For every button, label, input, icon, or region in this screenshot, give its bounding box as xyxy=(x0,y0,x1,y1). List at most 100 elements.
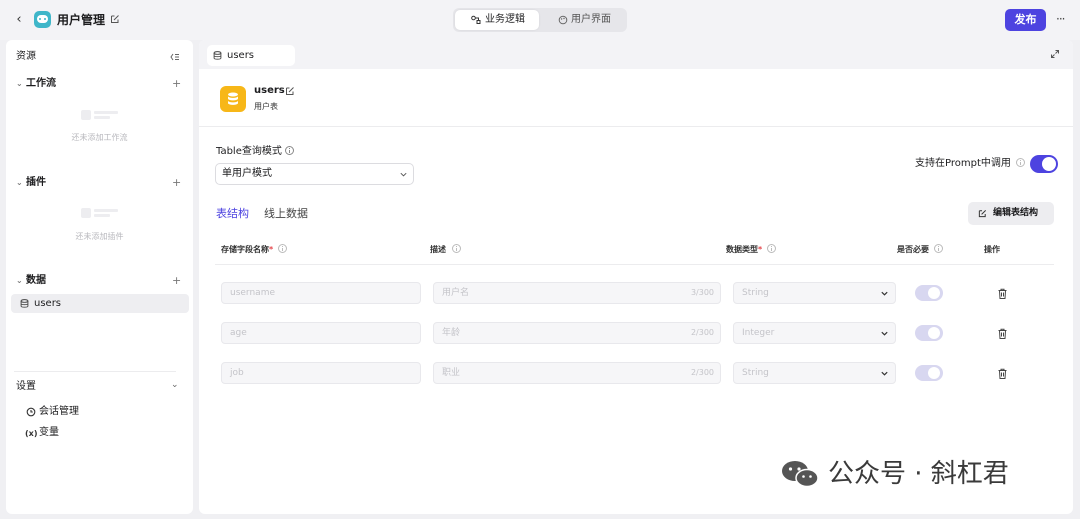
publish-button[interactable]: 发布 xyxy=(1005,9,1046,31)
info-icon[interactable] xyxy=(767,244,777,253)
plugins-section-label: 插件 xyxy=(26,177,46,188)
info-icon[interactable] xyxy=(1015,158,1025,167)
info-icon[interactable] xyxy=(278,244,288,253)
column-divider xyxy=(215,264,1054,265)
data-type-select[interactable]: String xyxy=(733,282,896,304)
watermark: 公众号 · 斜杠君 xyxy=(780,455,1060,491)
column-header-data-type: 数据类型* xyxy=(726,244,777,256)
field-description-input[interactable]: 职业 2/300 xyxy=(433,362,721,384)
prompt-support-label: 支持在Prompt中调用 xyxy=(915,157,1025,171)
toggle-knob xyxy=(928,327,940,339)
sidebar-section-data[interactable]: ⌄ 数据 xyxy=(16,273,46,289)
mode-switch: 业务逻辑 用户界面 xyxy=(453,8,627,32)
column-header-actions: 操作 xyxy=(984,245,1000,254)
field-description-input[interactable]: 用户名 3/300 xyxy=(433,282,721,304)
char-count: 2/300 xyxy=(690,328,714,337)
field-description-text: 职业 xyxy=(442,368,461,378)
tab-strip: users xyxy=(199,40,1073,69)
workflow-empty-text: 还未添加工作流 xyxy=(71,133,128,142)
chevron-down-icon xyxy=(881,371,888,376)
workflow-section-label: 工作流 xyxy=(26,78,56,89)
top-bar: ‹ 用户管理 业务逻辑 用户界面 发布 ··· xyxy=(0,0,1080,40)
field-name-input[interactable]: job xyxy=(221,362,421,384)
prompt-support-label-text: 支持在Prompt中调用 xyxy=(915,158,1011,169)
required-toggle[interactable] xyxy=(915,285,943,301)
chevron-down-icon: ⌄ xyxy=(16,178,23,187)
data-type-value: String xyxy=(742,288,769,298)
empty-placeholder-icon xyxy=(81,108,125,124)
edit-icon xyxy=(978,209,987,218)
required-toggle[interactable] xyxy=(915,365,943,381)
chevron-down-icon[interactable]: ⌄ xyxy=(171,380,179,390)
add-plugin-button[interactable]: + xyxy=(172,177,182,189)
column-header-required: 是否必要 xyxy=(897,244,943,256)
header-divider xyxy=(199,126,1073,127)
sidebar-divider xyxy=(14,371,176,372)
trash-icon[interactable] xyxy=(997,328,1008,340)
trash-icon[interactable] xyxy=(997,368,1008,380)
chevron-down-icon: ⌄ xyxy=(16,79,23,88)
field-description-input[interactable]: 年龄 2/300 xyxy=(433,322,721,344)
chevron-down-icon xyxy=(400,172,407,177)
field-name-input[interactable]: username xyxy=(221,282,421,304)
data-type-value: Integer xyxy=(742,328,775,338)
edit-title-icon[interactable] xyxy=(110,14,120,24)
table-database-icon xyxy=(220,86,246,112)
chat-manage-icon xyxy=(26,407,36,417)
toggle-knob xyxy=(928,287,940,299)
resource-sidebar: 资源 ⌄ 工作流 + 还未添加工作流 ⌄ 插件 + 还未添加插件 ⌄ 数据 + use… xyxy=(6,40,193,514)
tab-online-data[interactable]: 线上数据 xyxy=(264,206,308,222)
expand-icon[interactable] xyxy=(1050,49,1060,59)
plugins-empty-text: 还未添加插件 xyxy=(75,232,124,241)
sidebar-item-variables[interactable]: (x) 变量 xyxy=(25,426,59,440)
sidebar-item-users[interactable]: users xyxy=(11,294,189,313)
required-toggle[interactable] xyxy=(915,325,943,341)
tab-user-interface-label: 用户界面 xyxy=(571,14,611,25)
tab-users-label: users xyxy=(227,50,255,61)
back-chevron-icon[interactable]: ‹ xyxy=(12,12,26,28)
variable-icon: (x) xyxy=(25,429,38,438)
trash-icon[interactable] xyxy=(997,288,1008,300)
sidebar-section-settings[interactable]: 设置 xyxy=(16,379,36,395)
info-icon[interactable] xyxy=(284,146,294,155)
variables-label: 变量 xyxy=(39,427,59,438)
sidebar-section-plugins[interactable]: ⌄ 插件 xyxy=(16,175,46,191)
column-header-field-name: 存储字段名称* xyxy=(221,244,288,256)
query-mode-label: Table查询模式 xyxy=(216,145,294,159)
data-section-label: 数据 xyxy=(26,275,46,286)
data-type-select[interactable]: String xyxy=(733,362,896,384)
edit-table-structure-label: 编辑表结构 xyxy=(993,208,1039,218)
info-icon[interactable] xyxy=(934,244,943,253)
tab-users[interactable]: users xyxy=(207,45,295,66)
tab-business-logic[interactable]: 业务逻辑 xyxy=(455,10,539,30)
table-name: users xyxy=(254,85,285,96)
chevron-down-icon xyxy=(881,331,888,336)
main-panel: users users 用户表 Table查询模式 单用户模式 支持在Promp… xyxy=(199,40,1073,514)
sidebar-title: 资源 xyxy=(16,51,36,62)
sidebar-item-users-label: users xyxy=(34,298,62,309)
sidebar-item-session-management[interactable]: 会话管理 xyxy=(26,405,79,419)
tab-table-structure[interactable]: 表结构 xyxy=(216,206,249,222)
session-management-label: 会话管理 xyxy=(39,406,79,417)
query-mode-select[interactable]: 单用户模式 xyxy=(215,163,414,185)
chevron-down-icon: ⌄ xyxy=(16,276,23,285)
table-description: 用户表 xyxy=(254,102,278,111)
data-type-value: String xyxy=(742,368,769,378)
field-name-input[interactable]: age xyxy=(221,322,421,344)
field-description-text: 用户名 xyxy=(442,288,470,298)
edit-table-name-icon[interactable] xyxy=(285,86,295,96)
tab-user-interface[interactable]: 用户界面 xyxy=(543,10,625,30)
sidebar-section-workflow[interactable]: ⌄ 工作流 xyxy=(16,76,56,92)
info-icon[interactable] xyxy=(452,244,461,253)
data-type-select[interactable]: Integer xyxy=(733,322,896,344)
toggle-knob xyxy=(1042,157,1056,171)
collapse-sidebar-icon[interactable] xyxy=(170,52,180,62)
add-workflow-button[interactable]: + xyxy=(172,78,182,90)
workflow-nodes-icon xyxy=(471,15,481,24)
char-count: 2/300 xyxy=(690,368,714,377)
prompt-support-toggle[interactable] xyxy=(1030,155,1058,173)
chevron-down-icon xyxy=(881,291,888,296)
more-options-icon[interactable]: ··· xyxy=(1056,11,1070,27)
add-data-button[interactable]: + xyxy=(172,275,182,287)
edit-table-structure-button[interactable]: 编辑表结构 xyxy=(968,202,1054,225)
